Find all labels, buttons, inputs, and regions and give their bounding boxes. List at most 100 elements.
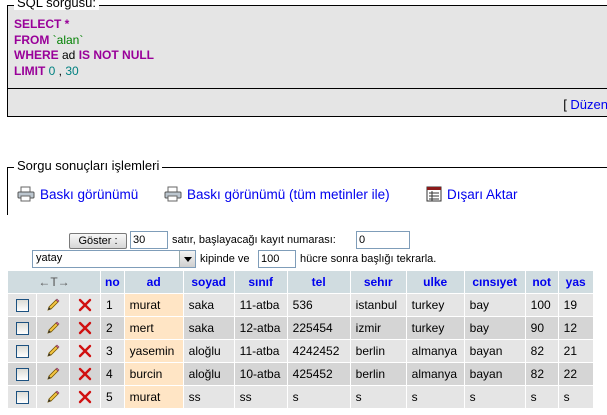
row-checkbox[interactable] xyxy=(15,322,29,336)
cell-yas: 19 xyxy=(558,294,593,316)
cell-yas: 12 xyxy=(558,317,593,339)
sql-footer: [ Düzen xyxy=(563,97,607,112)
cell-tel: 4242452 xyxy=(287,340,350,362)
show-button[interactable]: Göster : xyxy=(69,233,127,249)
cell-cinsiyet: bayan xyxy=(464,340,525,362)
column-header-sinif[interactable]: sınıf xyxy=(234,271,287,293)
ops-panel-title: Sorgu sonuçları işlemleri xyxy=(14,158,163,173)
mode-label: kipinde ve xyxy=(200,253,250,265)
row-checkbox[interactable] xyxy=(15,299,29,313)
sql-line-where: WHERE ad IS NOT NULL xyxy=(14,48,155,62)
rows-label: satır, başlayacağı kayıt numarası: xyxy=(172,234,336,246)
rows-count-input[interactable]: 30 xyxy=(130,231,168,249)
cell-ad: mert xyxy=(124,317,183,339)
sql-line-limit: LIMIT 0 , 30 xyxy=(14,63,79,78)
table-row: 5 murat ss ss s s s s s s xyxy=(8,386,593,408)
cell-ad: murat xyxy=(124,386,183,408)
cell-yas: s xyxy=(558,386,593,408)
cell-not: 90 xyxy=(525,317,558,339)
repeat-header-input[interactable]: 100 xyxy=(258,250,296,268)
cell-ad: burcin xyxy=(124,363,183,385)
sql-line-from: FROM `alan` xyxy=(14,32,84,47)
cell-not: 82 xyxy=(525,363,558,385)
sql-query-panel: SQL sorgusu: SELECT * FROM `alan` WHERE … xyxy=(7,0,607,117)
cell-no: 3 xyxy=(101,340,124,362)
cell-soyad: aloğlu xyxy=(183,363,234,385)
pencil-icon[interactable] xyxy=(45,343,61,359)
cell-soyad: ss xyxy=(183,386,234,408)
cell-sehir: istanbul xyxy=(350,294,406,316)
column-header-yas[interactable]: yas xyxy=(558,271,593,293)
column-header-tel[interactable]: tel xyxy=(287,271,350,293)
row-checkbox[interactable] xyxy=(15,345,29,359)
row-checkbox[interactable] xyxy=(15,391,29,405)
column-header-not[interactable]: not xyxy=(525,271,558,293)
column-header-no[interactable]: no xyxy=(101,271,124,293)
cell-tel: s xyxy=(287,386,350,408)
cell-sinif: ss xyxy=(234,386,287,408)
export-icon xyxy=(426,186,442,202)
print-view-link[interactable]: Baskı görünümü xyxy=(17,186,138,202)
column-header-ad[interactable]: ad xyxy=(124,271,183,293)
column-header-soyad[interactable]: soyad xyxy=(183,271,234,293)
sql-code: SELECT * FROM `alan` WHERE ad IS NOT NUL… xyxy=(14,17,154,79)
pencil-icon[interactable] xyxy=(45,366,61,382)
table-row: 2 mert saka 12-atba 225454 izmir turkey bay 90 12 xyxy=(8,317,593,339)
repeat-label: hücre sonra başlığı tekrarla. xyxy=(300,253,437,265)
table-row: 1 murat saka 11-atba 536 istanbul turkey bay 100… xyxy=(8,294,593,316)
table-row: 4 burcin aloğlu 10-atba 425452 berlin almanya b… xyxy=(8,363,593,385)
column-header-ulke[interactable]: ulke xyxy=(406,271,464,293)
column-header-cinsiyet[interactable]: cınsıyet xyxy=(464,271,525,293)
cell-ad: yasemin xyxy=(124,340,183,362)
column-header-sehir[interactable]: sehır xyxy=(350,271,406,293)
delete-icon[interactable] xyxy=(78,344,92,358)
cell-sinif: 11-atba xyxy=(234,294,287,316)
cell-sinif: 11-atba xyxy=(234,340,287,362)
cell-sehir: izmir xyxy=(350,317,406,339)
edit-query-link[interactable]: Düzen xyxy=(570,97,607,112)
delete-icon[interactable] xyxy=(78,298,92,312)
delete-icon[interactable] xyxy=(78,390,92,404)
cell-yas: 22 xyxy=(558,363,593,385)
cell-cinsiyet: s xyxy=(464,386,525,408)
cell-no: 1 xyxy=(101,294,124,316)
print-view-full-link[interactable]: Baskı görünümü (tüm metinler ile) xyxy=(164,186,390,202)
cell-cinsiyet: bayan xyxy=(464,363,525,385)
cell-sehir: berlin xyxy=(350,363,406,385)
cell-sinif: 10-atba xyxy=(234,363,287,385)
cell-tel: 225454 xyxy=(287,317,350,339)
column-resize-arrows[interactable]: ←T→ xyxy=(8,271,100,293)
table-row: 3 yasemin aloğlu 11-atba 4242452 berlin almany… xyxy=(8,340,593,362)
cell-cinsiyet: bay xyxy=(464,294,525,316)
cell-sehir: berlin xyxy=(350,340,406,362)
row-checkbox[interactable] xyxy=(15,368,29,382)
pencil-icon[interactable] xyxy=(45,320,61,336)
cell-sinif: 12-atba xyxy=(234,317,287,339)
sql-panel-title: SQL sorgusu: xyxy=(14,0,100,10)
cell-soyad: saka xyxy=(183,317,234,339)
delete-icon[interactable] xyxy=(78,321,92,335)
chevron-down-icon xyxy=(179,251,195,267)
results-table: ←T→ no ad soyad sınıf tel sehır ulke cın… xyxy=(7,270,594,409)
cell-ulke: turkey xyxy=(406,317,464,339)
export-link[interactable]: Dışarı Aktar xyxy=(426,186,518,202)
cell-not: s xyxy=(525,386,558,408)
cell-yas: 21 xyxy=(558,340,593,362)
cell-tel: 536 xyxy=(287,294,350,316)
printer-icon xyxy=(17,186,35,202)
cell-cinsiyet: bay xyxy=(464,317,525,339)
sql-divider xyxy=(8,88,607,89)
cell-sehir: s xyxy=(350,386,406,408)
cell-ulke: s xyxy=(406,386,464,408)
pencil-icon[interactable] xyxy=(45,297,61,313)
cell-no: 2 xyxy=(101,317,124,339)
cell-no: 4 xyxy=(101,363,124,385)
display-mode-select[interactable]: yatay xyxy=(32,250,196,268)
start-record-input[interactable]: 0 xyxy=(356,231,410,249)
pencil-icon[interactable] xyxy=(45,389,61,405)
cell-ad: murat xyxy=(124,294,183,316)
sql-line-select: SELECT * xyxy=(14,17,70,31)
cell-no: 5 xyxy=(101,386,124,408)
delete-icon[interactable] xyxy=(78,367,92,381)
cell-ulke: turkey xyxy=(406,294,464,316)
